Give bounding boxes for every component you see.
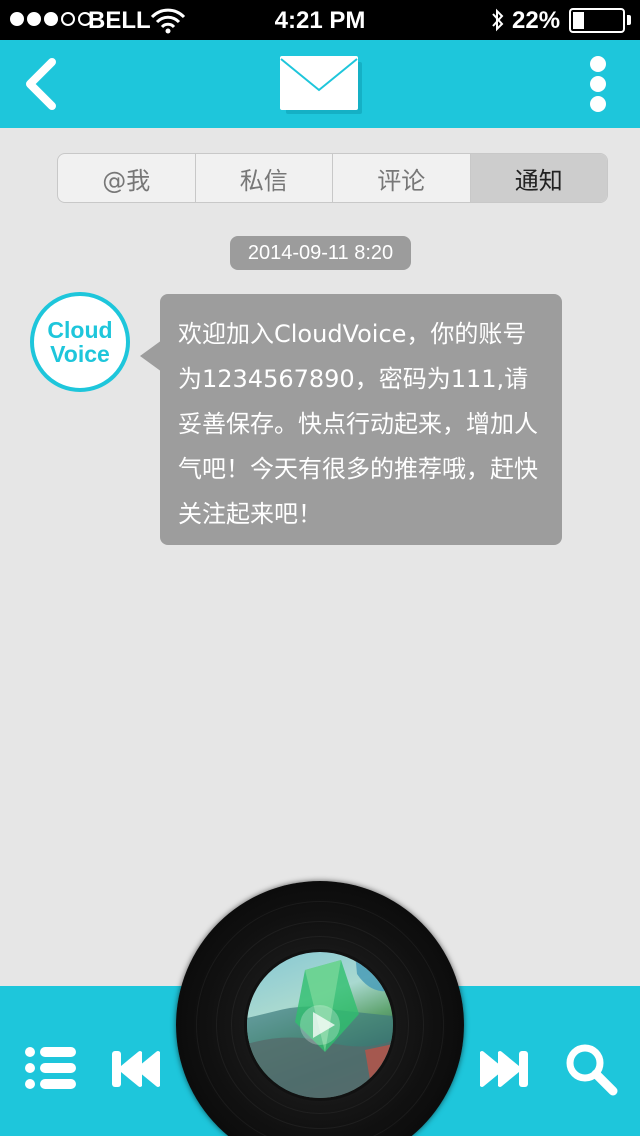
avatar-text-line1: Cloud xyxy=(47,317,113,343)
next-icon[interactable] xyxy=(478,1050,528,1088)
avatar-text-line2: Voice xyxy=(50,341,110,367)
envelope-icon xyxy=(280,56,362,114)
tab-mentions[interactable]: @我 xyxy=(58,154,196,202)
avatar[interactable]: Cloud Voice xyxy=(30,292,130,392)
album-art-graphic xyxy=(247,952,393,1098)
message-tabs: @我 私信 评论 通知 xyxy=(57,153,608,203)
chevron-left-icon xyxy=(26,58,56,110)
back-button[interactable] xyxy=(18,56,68,112)
tab-comments[interactable]: 评论 xyxy=(333,154,471,202)
previous-icon[interactable] xyxy=(112,1050,162,1088)
message-text: 欢迎加入CloudVoice，你的账号为1234567890，密码为111,请妥… xyxy=(178,320,538,528)
search-icon[interactable] xyxy=(564,1042,618,1096)
album-artwork[interactable] xyxy=(244,949,396,1101)
bluetooth-icon xyxy=(492,8,504,32)
dot xyxy=(590,56,606,72)
battery-percent: 22% xyxy=(512,7,561,34)
playlist-icon[interactable] xyxy=(24,1046,78,1090)
battery-icon xyxy=(569,8,625,33)
status-bar: BELL 4:21 PM 22% xyxy=(0,0,640,40)
message-timestamp: 2014-09-11 8:20 xyxy=(230,236,411,270)
bubble-tail xyxy=(140,340,162,372)
dot xyxy=(590,76,606,92)
battery-nub xyxy=(627,15,631,25)
tab-notifications[interactable]: 通知 xyxy=(470,154,607,202)
dot xyxy=(590,96,606,112)
message-bubble: 欢迎加入CloudVoice，你的账号为1234567890，密码为111,请妥… xyxy=(160,294,562,545)
tab-private-messages[interactable]: 私信 xyxy=(196,154,333,202)
more-options-button[interactable] xyxy=(580,56,616,114)
app-header xyxy=(0,40,640,128)
